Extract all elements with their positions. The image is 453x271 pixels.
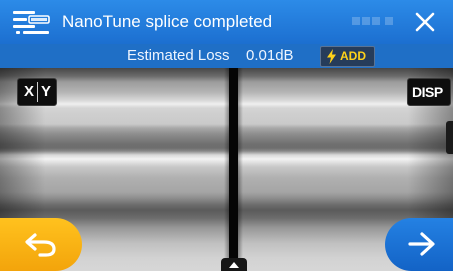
back-arrow-icon <box>25 233 56 257</box>
lightning-bolt-icon <box>327 49 336 64</box>
splicer-screen: NanoTune splice completed Estimated Loss… <box>0 0 453 271</box>
side-panel-tab[interactable] <box>446 121 453 154</box>
title-bar: NanoTune splice completed <box>0 0 453 44</box>
next-arrow-icon <box>408 232 435 256</box>
info-bar: Estimated Loss 0.01dB <box>0 44 453 68</box>
xy-y-label: Y <box>41 83 52 100</box>
close-button[interactable] <box>407 6 443 38</box>
close-icon <box>415 12 435 32</box>
bottom-panel-handle[interactable] <box>221 258 247 271</box>
page-title: NanoTune splice completed <box>62 12 273 31</box>
xy-x-label: X <box>24 83 35 100</box>
next-button[interactable] <box>385 218 453 271</box>
xy-divider <box>37 82 38 102</box>
xy-view-button[interactable]: X Y <box>17 78 57 106</box>
fiber-splicer-icon <box>13 11 50 34</box>
add-label: ADD <box>340 49 366 63</box>
disp-label: DISP <box>412 84 443 100</box>
estimated-loss-value: 0.01dB <box>246 47 294 64</box>
estimated-loss-label: Estimated Loss <box>127 47 230 64</box>
splice-center-line <box>224 68 243 271</box>
chevron-up-icon <box>229 262 239 268</box>
back-button[interactable] <box>0 218 82 271</box>
battery-status-icon <box>352 17 393 25</box>
add-button[interactable]: ADD <box>320 46 375 67</box>
disp-button[interactable]: DISP <box>407 78 451 106</box>
